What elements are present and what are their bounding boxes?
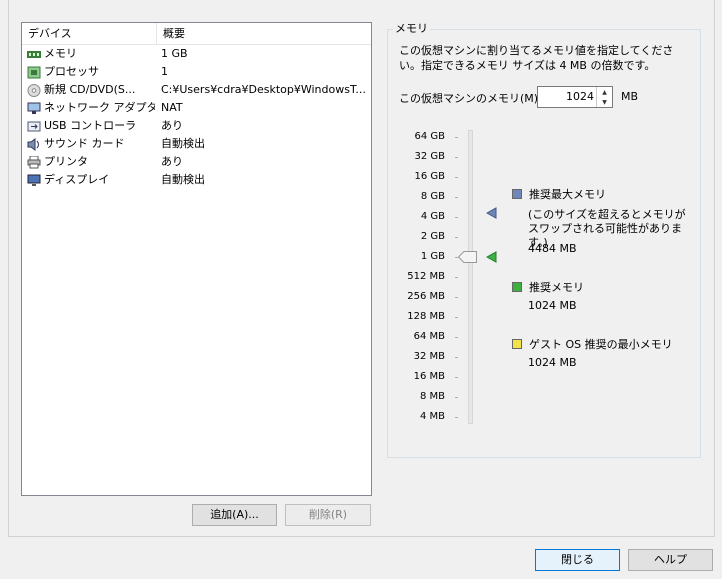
recommended-value: 1024 MB bbox=[528, 299, 577, 312]
scale-label: 256 MB bbox=[407, 291, 445, 302]
column-header-device[interactable]: デバイス bbox=[22, 23, 157, 44]
device-value: あり bbox=[161, 119, 183, 132]
device-value: 1 GB bbox=[161, 47, 188, 60]
scale-label: 16 MB bbox=[413, 371, 445, 382]
scale-tick bbox=[455, 197, 458, 198]
scale-label: 8 GB bbox=[420, 191, 445, 202]
scale-tick bbox=[455, 277, 458, 278]
scale-label: 512 MB bbox=[407, 271, 445, 282]
spin-down-icon[interactable]: ▼ bbox=[597, 97, 612, 107]
recommended-max-value: 4484 MB bbox=[528, 242, 577, 255]
scale-tick bbox=[455, 297, 458, 298]
close-button[interactable]: 閉じる bbox=[535, 549, 620, 571]
scale-tick bbox=[455, 397, 458, 398]
scale-label: 64 MB bbox=[413, 331, 445, 342]
scale-tick bbox=[455, 237, 458, 238]
scale-tick bbox=[455, 177, 458, 178]
device-list-header: デバイス 概要 bbox=[22, 23, 371, 45]
device-value: あり bbox=[161, 155, 183, 168]
spin-up-icon[interactable]: ▲ bbox=[597, 87, 612, 97]
scale-tick bbox=[455, 377, 458, 378]
device-row-usb[interactable]: USB コントローラ あり bbox=[22, 117, 371, 135]
device-name: ネットワーク アダプタ bbox=[44, 101, 155, 114]
legend-recommended-max: 推奨最大メモリ bbox=[512, 186, 606, 202]
device-row-network[interactable]: ネットワーク アダプタ NAT bbox=[22, 99, 371, 117]
memory-slider-thumb[interactable] bbox=[458, 251, 478, 263]
recommended-marker-icon bbox=[486, 251, 497, 263]
device-value: 自動検出 bbox=[161, 137, 205, 150]
device-value: 自動検出 bbox=[161, 173, 205, 186]
device-value: 1 bbox=[161, 65, 168, 78]
scale-label: 2 GB bbox=[420, 231, 445, 242]
device-name: プロセッサ bbox=[44, 65, 99, 78]
device-name: サウンド カード bbox=[44, 137, 125, 150]
device-name: メモリ bbox=[44, 47, 77, 60]
usb-icon bbox=[27, 121, 41, 131]
device-row-display[interactable]: ディスプレイ 自動検出 bbox=[22, 171, 371, 189]
memory-icon bbox=[27, 50, 41, 58]
scale-label: 64 GB bbox=[414, 131, 445, 142]
memory-spinbox[interactable]: 1024 ▲ ▼ bbox=[537, 86, 613, 108]
scale-tick bbox=[455, 417, 458, 418]
scale-tick bbox=[455, 157, 458, 158]
device-name: ディスプレイ bbox=[44, 173, 110, 186]
scale-tick bbox=[455, 137, 458, 138]
scale-label: 4 GB bbox=[420, 211, 445, 222]
guest-min-value: 1024 MB bbox=[528, 356, 577, 369]
memory-group-title: メモリ bbox=[393, 22, 430, 36]
scale-label: 1 GB bbox=[420, 251, 445, 262]
legend-guest-min: ゲスト OS 推奨の最小メモリ bbox=[512, 336, 673, 352]
column-header-summary[interactable]: 概要 bbox=[157, 23, 185, 44]
yellow-square-icon bbox=[512, 339, 522, 349]
scale-tick bbox=[455, 337, 458, 338]
memory-slider-track[interactable] bbox=[468, 130, 473, 424]
memory-description: この仮想マシンに割り当てるメモリ値を指定してください。指定できるメモリ サイズは… bbox=[399, 44, 674, 72]
device-row-printer[interactable]: プリンタ あり bbox=[22, 153, 371, 171]
green-square-icon bbox=[512, 282, 522, 292]
scale-tick bbox=[455, 317, 458, 318]
network-adapter-icon bbox=[27, 102, 41, 114]
device-row-cd-dvd[interactable]: 新規 CD/DVD(S... C:¥Users¥cdra¥Desktop¥Win… bbox=[22, 81, 371, 99]
scale-tick bbox=[455, 217, 458, 218]
scale-label: 128 MB bbox=[407, 311, 445, 322]
scale-label: 32 GB bbox=[414, 151, 445, 162]
device-name: USB コントローラ bbox=[44, 119, 137, 132]
scale-label: 32 MB bbox=[413, 351, 445, 362]
recommended-max-marker-icon bbox=[486, 207, 497, 219]
scale-tick bbox=[455, 357, 458, 358]
blue-square-icon bbox=[512, 189, 522, 199]
remove-device-button[interactable]: 削除(R) bbox=[285, 504, 371, 526]
scale-label: 4 MB bbox=[419, 411, 445, 422]
legend-recommended: 推奨メモリ bbox=[512, 279, 584, 295]
help-button[interactable]: ヘルプ bbox=[628, 549, 713, 571]
device-value: C:¥Users¥cdra¥Desktop¥WindowsT... bbox=[161, 83, 366, 96]
device-row-sound[interactable]: サウンド カード 自動検出 bbox=[22, 135, 371, 153]
memory-field-label: この仮想マシンのメモリ(M): bbox=[399, 92, 542, 105]
device-row-processor[interactable]: プロセッサ 1 bbox=[22, 63, 371, 81]
display-icon bbox=[27, 174, 41, 186]
device-name: プリンタ bbox=[44, 155, 88, 168]
scale-label: 16 GB bbox=[414, 171, 445, 182]
printer-icon bbox=[27, 155, 41, 168]
add-device-button[interactable]: 追加(A)... bbox=[192, 504, 277, 526]
memory-value-input[interactable]: 1024 bbox=[566, 90, 594, 103]
device-list: デバイス 概要 メモリ 1 GB プロセッサ 1 新規 CD/DVD(S... … bbox=[21, 22, 372, 496]
device-name: 新規 CD/DVD(S... bbox=[44, 83, 136, 96]
memory-unit: MB bbox=[621, 90, 639, 103]
device-value: NAT bbox=[161, 101, 183, 114]
processor-icon bbox=[27, 66, 41, 78]
cd-dvd-icon bbox=[27, 83, 41, 97]
device-row-memory[interactable]: メモリ 1 GB bbox=[22, 45, 371, 63]
sound-icon bbox=[27, 137, 39, 151]
scale-label: 8 MB bbox=[419, 391, 445, 402]
